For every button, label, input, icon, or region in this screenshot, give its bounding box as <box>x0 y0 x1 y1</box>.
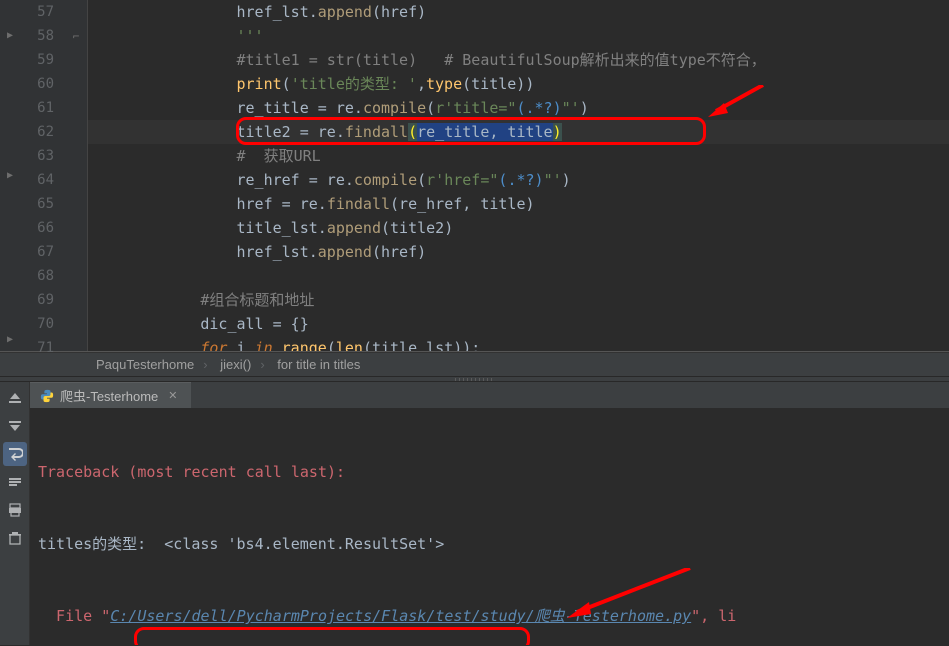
down-trace-button[interactable] <box>3 414 27 438</box>
line-number: 59 <box>20 48 64 72</box>
console-output[interactable]: Traceback (most recent call last): title… <box>30 408 949 645</box>
soft-wrap-button[interactable] <box>3 442 27 466</box>
run-tool-window: 爬虫-Testerhome ✕ Traceback (most recent c… <box>0 382 949 645</box>
line-number: 65 <box>20 192 64 216</box>
line-number: 63 <box>20 144 64 168</box>
chevron-right-icon: › <box>200 357 210 372</box>
line-number: 62 <box>20 120 64 144</box>
pane-divider[interactable] <box>0 376 949 382</box>
line-number: 60 <box>20 72 64 96</box>
console-toolbar <box>0 382 30 645</box>
line-number: 68 <box>20 264 64 288</box>
breadcrumb-item[interactable]: for title in titles <box>271 357 366 372</box>
line-number: 66 <box>20 216 64 240</box>
toggle-button[interactable] <box>3 470 27 494</box>
annotation-box-icon <box>134 627 530 645</box>
breadcrumb-item[interactable]: PaquTesterhome <box>90 357 200 372</box>
close-tab-icon[interactable]: ✕ <box>164 389 177 402</box>
clear-button[interactable] <box>3 526 27 550</box>
line-number: 70 <box>20 312 64 336</box>
output-line: titles的类型: <class 'bs4.element.ResultSet… <box>38 532 941 556</box>
file-link[interactable]: C:/Users/dell/PycharmProjects/Flask/test… <box>110 607 691 625</box>
code-text: ''' <box>92 27 264 45</box>
print-button[interactable] <box>3 498 27 522</box>
fold-triangle-icon[interactable]: ▶ <box>0 24 20 46</box>
tab-label: 爬虫-Testerhome <box>60 386 158 405</box>
console-tab-bar: 爬虫-Testerhome ✕ <box>30 382 949 408</box>
run-tab[interactable]: 爬虫-Testerhome ✕ <box>30 382 191 408</box>
line-number: 71 <box>20 336 64 360</box>
current-line: title2 = re.findall(re_title, title) <box>88 120 949 144</box>
breadcrumb[interactable]: PaquTesterhome› jiexi()› for title in ti… <box>0 352 949 376</box>
line-number: 61 <box>20 96 64 120</box>
chevron-right-icon: › <box>257 357 267 372</box>
up-trace-button[interactable] <box>3 386 27 410</box>
breadcrumb-item[interactable]: jiexi() <box>214 357 257 372</box>
line-number: 69 <box>20 288 64 312</box>
line-number: 67 <box>20 240 64 264</box>
code-editor[interactable]: ▶ ▶ ▶ 57 58 59 60 61 62 63 64 65 66 67 6… <box>0 0 949 352</box>
fold-end-icon[interactable]: ⌐ <box>65 24 87 48</box>
line-number-gutter: 57 58 59 60 61 62 63 64 65 66 67 68 69 7… <box>20 0 65 351</box>
fold-triangle-icon[interactable]: ▶ <box>0 329 20 351</box>
traceback-line: Traceback (most recent call last): <box>38 460 941 484</box>
line-number: 64 <box>20 168 64 192</box>
code-content[interactable]: href_lst.append(href) ''' #title1 = str(… <box>88 0 949 351</box>
line-number: 58 <box>20 24 64 48</box>
line-number: 57 <box>20 0 64 24</box>
python-icon <box>40 389 54 403</box>
fold-triangle-icon[interactable]: ▶ <box>0 164 20 186</box>
code-comment: #title1 = str(title) # BeautifulSoup解析出来… <box>92 51 766 69</box>
fold-gutter-2: ⌐ <box>65 0 88 351</box>
fold-gutter: ▶ ▶ ▶ <box>0 0 20 351</box>
traceback-line: File "C:/Users/dell/PycharmProjects/Flas… <box>38 604 941 628</box>
